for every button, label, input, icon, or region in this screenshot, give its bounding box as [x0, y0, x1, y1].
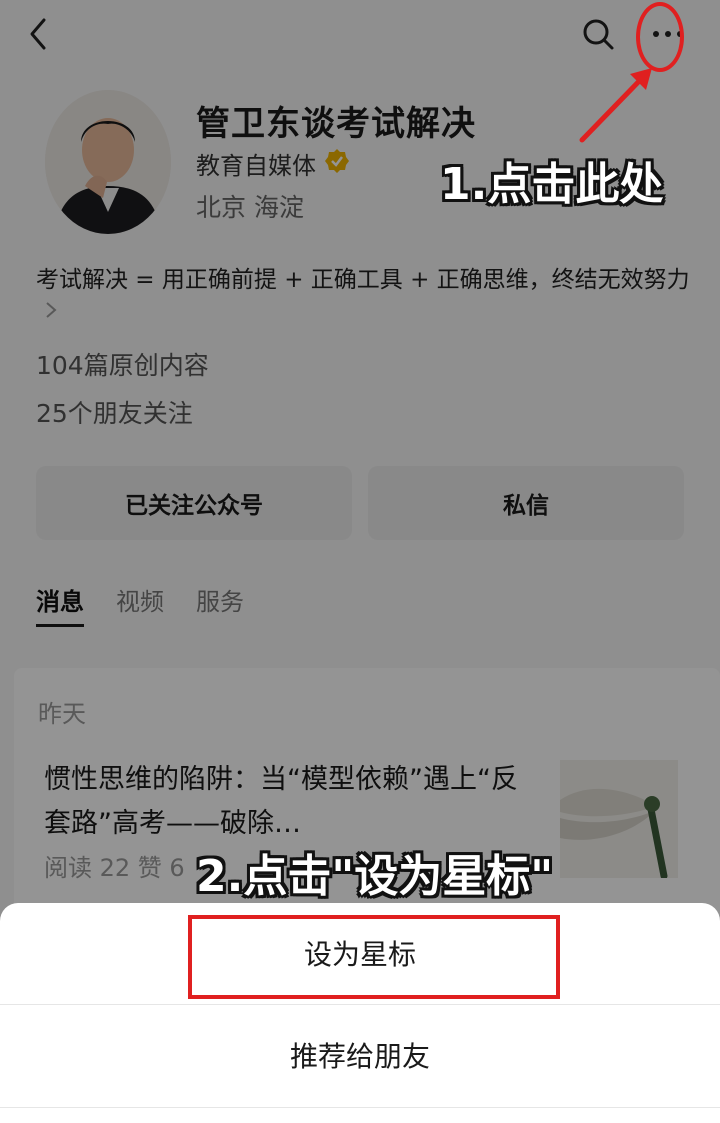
- sheet-divider: [0, 1107, 720, 1108]
- highlight-box: [188, 915, 560, 999]
- annotation-step-1: 1.点击此处: [440, 159, 664, 210]
- recommend-to-friend-button[interactable]: 推荐给朋友: [0, 1005, 720, 1105]
- annotation-step-2: 2.点击"设为星标": [196, 851, 554, 902]
- pointer-arrow-icon: [579, 68, 652, 143]
